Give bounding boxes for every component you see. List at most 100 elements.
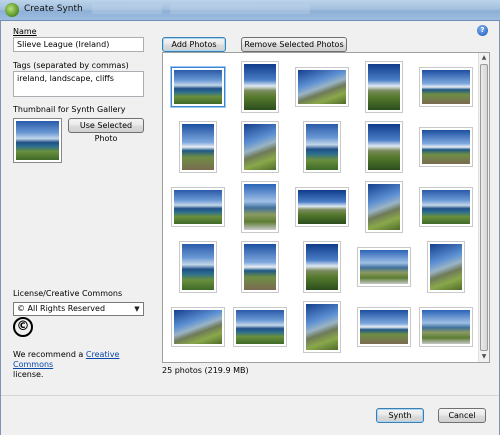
tags-label: Tags (separated by commas) (13, 61, 129, 70)
thumbnail-image (16, 121, 59, 160)
cancel-button[interactable]: Cancel (438, 408, 486, 423)
photo-thumbnail[interactable] (353, 177, 415, 237)
photo-thumbnail[interactable] (229, 237, 291, 297)
photo-frame (179, 241, 217, 293)
photo-gallery[interactable]: ▲ ▼ (162, 52, 490, 363)
photo-thumbnail[interactable] (415, 117, 477, 177)
copyright-icon: © (13, 317, 33, 337)
chevron-down-icon[interactable]: ▼ (131, 303, 143, 315)
photo-image (182, 244, 214, 290)
photo-image (360, 310, 408, 344)
photo-thumbnail[interactable] (291, 177, 353, 237)
photo-image (306, 124, 338, 170)
recommend-prefix: We recommend a (13, 350, 84, 359)
remove-selected-photos-button[interactable]: Remove Selected Photos (241, 37, 347, 52)
scroll-down-icon[interactable]: ▼ (479, 352, 489, 362)
photo-frame (171, 307, 225, 347)
photo-image (422, 130, 470, 164)
recommend-text: We recommend a Creative Commons license. (13, 350, 153, 380)
create-synth-dialog: Name Slieve League (Ireland) Tags (separ… (0, 21, 500, 435)
photo-frame (241, 181, 279, 233)
photo-image (244, 124, 276, 170)
photo-image (174, 190, 222, 224)
photo-frame (179, 121, 217, 173)
photo-image (306, 244, 338, 290)
photo-frame (233, 307, 287, 347)
photo-image (236, 310, 284, 344)
license-dropdown[interactable]: © All Rights Reserved ▼ (13, 302, 144, 316)
photo-thumbnail[interactable] (291, 117, 353, 177)
photo-image (298, 190, 346, 224)
photo-frame (171, 67, 225, 107)
photo-frame (295, 67, 349, 107)
background-taskbar-ghost (92, 4, 352, 16)
photo-frame (357, 307, 411, 347)
photo-image (174, 310, 222, 344)
photo-frame (303, 301, 341, 353)
window-title: Create Synth (24, 4, 83, 14)
photo-frame (241, 241, 279, 293)
synth-app-icon (5, 3, 19, 17)
help-icon[interactable]: ? (477, 25, 488, 36)
photo-image (244, 184, 276, 230)
photo-frame (365, 61, 403, 113)
photo-count-status: 25 photos (219.9 MB) (162, 366, 249, 375)
license-label: License/Creative Commons (13, 289, 123, 298)
photo-thumbnail[interactable] (167, 117, 229, 177)
photo-frame (303, 241, 341, 293)
use-selected-photo-button[interactable]: Use Selected Photo (68, 118, 144, 143)
photo-frame (419, 127, 473, 167)
tags-input[interactable]: ireland, landscape, cliffs (13, 71, 144, 97)
photo-frame (357, 247, 411, 287)
photo-thumbnail[interactable] (229, 57, 291, 117)
photo-thumbnail[interactable] (415, 57, 477, 117)
scroll-up-icon[interactable]: ▲ (479, 53, 489, 63)
dialog-button-bar: Synth Cancel (1, 395, 499, 435)
photo-image (430, 244, 462, 290)
photo-image (368, 64, 400, 110)
add-photos-button[interactable]: Add Photos (162, 37, 226, 52)
photo-thumbnail[interactable] (229, 177, 291, 237)
photo-grid (167, 57, 477, 357)
photo-thumbnail[interactable] (353, 237, 415, 297)
photo-image (182, 124, 214, 170)
photo-frame (241, 61, 279, 113)
photo-thumbnail[interactable] (415, 297, 477, 357)
photo-frame (419, 187, 473, 227)
photo-frame (427, 241, 465, 293)
photo-frame (419, 67, 473, 107)
photo-thumbnail[interactable] (229, 297, 291, 357)
photo-frame (365, 181, 403, 233)
synth-thumbnail (13, 118, 62, 163)
photo-frame (171, 187, 225, 227)
gallery-scrollbar[interactable]: ▲ ▼ (478, 53, 489, 362)
photo-image (368, 124, 400, 170)
photo-image (298, 70, 346, 104)
photo-image (244, 64, 276, 110)
photo-image (422, 190, 470, 224)
photo-thumbnail[interactable] (229, 117, 291, 177)
photo-thumbnail[interactable] (167, 177, 229, 237)
synth-button[interactable]: Synth (376, 408, 424, 423)
recommend-suffix: license. (13, 370, 44, 379)
photo-thumbnail[interactable] (415, 177, 477, 237)
photo-thumbnail[interactable] (167, 297, 229, 357)
photo-frame (295, 187, 349, 227)
photo-thumbnail[interactable] (353, 117, 415, 177)
photo-thumbnail[interactable] (415, 237, 477, 297)
photo-thumbnail[interactable] (167, 57, 229, 117)
photo-thumbnail[interactable] (353, 57, 415, 117)
title-bar: Create Synth (0, 0, 500, 21)
photo-image (360, 250, 408, 284)
photo-thumbnail[interactable] (291, 57, 353, 117)
photo-thumbnail[interactable] (291, 297, 353, 357)
photo-image (174, 70, 222, 104)
photo-thumbnail[interactable] (291, 237, 353, 297)
name-input[interactable]: Slieve League (Ireland) (13, 37, 144, 52)
scrollbar-thumb[interactable] (480, 64, 488, 351)
photo-frame (365, 121, 403, 173)
photo-image (306, 304, 338, 350)
photo-thumbnail[interactable] (353, 297, 415, 357)
photo-frame (241, 121, 279, 173)
photo-thumbnail[interactable] (167, 237, 229, 297)
